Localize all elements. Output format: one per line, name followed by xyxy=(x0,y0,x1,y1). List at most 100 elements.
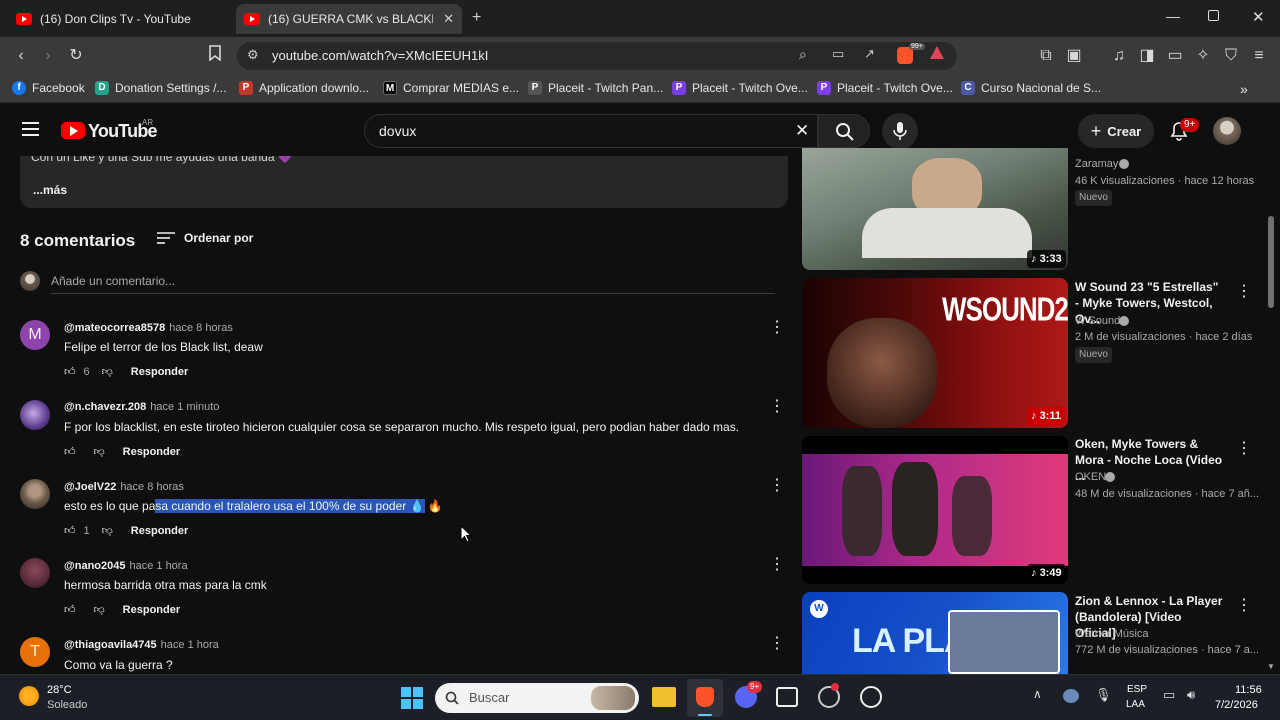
comment-username[interactable]: @JoelV22 xyxy=(64,481,116,493)
bookmark-facebook[interactable]: f Facebook xyxy=(12,81,85,95)
dislike-icon[interactable]: 👎︎ xyxy=(94,445,105,458)
close-window-button[interactable]: ✕ xyxy=(1252,8,1265,26)
maximize-button[interactable] xyxy=(1208,10,1219,21)
comment-menu-icon[interactable]: ⋮ xyxy=(769,557,785,573)
comment-avatar[interactable]: M xyxy=(20,320,50,350)
cast-icon[interactable]: ▭ xyxy=(832,46,844,62)
like-icon[interactable]: 👍︎ xyxy=(64,445,76,458)
zoom-icon[interactable]: ⌕ xyxy=(799,46,807,63)
bookmark-placeit-1[interactable]: P Placeit - Twitch Pan... xyxy=(528,81,663,95)
clear-search-icon[interactable]: ✕ xyxy=(795,121,809,141)
obs-icon[interactable] xyxy=(860,686,882,708)
show-more-link[interactable]: ...más xyxy=(33,183,67,197)
capcut-icon[interactable] xyxy=(776,687,798,707)
dislike-icon[interactable]: 👎︎ xyxy=(102,365,113,378)
comment-menu-icon[interactable]: ⋮ xyxy=(769,399,785,415)
dislike-icon[interactable]: 👎︎ xyxy=(102,524,113,537)
account-avatar[interactable] xyxy=(1213,117,1241,145)
bookmark-donation[interactable]: D Donation Settings /... xyxy=(95,81,226,95)
comment-menu-icon[interactable]: ⋮ xyxy=(769,320,785,336)
windows-start-icon[interactable] xyxy=(401,687,423,709)
comment-avatar[interactable] xyxy=(20,558,50,588)
bookmark-curso[interactable]: C Curso Nacional de S... xyxy=(961,81,1101,95)
volume-icon[interactable]: 🔊︎ xyxy=(1187,687,1195,703)
youtube-logo-icon[interactable] xyxy=(61,122,85,139)
vpn-shield-icon[interactable]: ⛉ xyxy=(1220,45,1242,67)
bookmark-placeit-3[interactable]: P Placeit - Twitch Ove... xyxy=(817,81,953,95)
voice-search-button[interactable] xyxy=(882,113,918,149)
scroll-down-arrow[interactable]: ▼ xyxy=(1267,662,1275,671)
brave-rewards-icon[interactable] xyxy=(930,46,944,59)
comment-avatar[interactable]: T xyxy=(20,637,50,667)
back-icon[interactable]: ‹ xyxy=(10,45,32,67)
microphone-tray-icon[interactable]: 🎙︎ xyxy=(1095,687,1112,703)
tab-don-clips[interactable]: (16) Don Clips Tv - YouTube xyxy=(8,4,230,34)
comment-time[interactable]: hace 8 horas xyxy=(169,322,233,334)
address-bar[interactable]: ⚙ youtube.com/watch?v=XMcIEEUH1kI ⌕ ▭ ↗ … xyxy=(237,42,957,70)
comment-time[interactable]: hace 1 minuto xyxy=(150,401,219,413)
video-channel[interactable]: Zaramay xyxy=(1075,158,1118,170)
search-input[interactable]: dovux xyxy=(379,123,416,139)
comment-author[interactable]: @JoelV22 hace 8 horas xyxy=(64,481,184,493)
comment-author[interactable]: @n.chavezr.208 hace 1 minuto xyxy=(64,401,219,413)
brave-taskbar-button[interactable] xyxy=(687,679,723,717)
comment-username[interactable]: @thiagoavila4745 xyxy=(64,639,157,651)
site-info-icon[interactable]: ⚙ xyxy=(247,47,259,63)
screenshot-icon[interactable]: ▣ xyxy=(1063,45,1085,67)
comment-avatar[interactable] xyxy=(20,400,50,430)
dislike-icon[interactable]: 👎︎ xyxy=(94,603,105,616)
bookmark-application[interactable]: P Application downlo... xyxy=(239,81,369,95)
bookmark-placeit-2[interactable]: P Placeit - Twitch Ove... xyxy=(672,81,808,95)
reply-button[interactable]: Responder xyxy=(131,525,188,537)
search-box[interactable]: dovux ✕ xyxy=(364,114,818,148)
comment-avatar[interactable] xyxy=(20,479,50,509)
sidebar-icon[interactable]: ◨ xyxy=(1136,45,1158,67)
show-hidden-icons[interactable]: ∧ xyxy=(1033,687,1042,701)
weather-temp[interactable]: 28°C xyxy=(47,684,72,696)
extensions-icon[interactable]: ⧉ xyxy=(1035,45,1057,67)
weather-sun-icon[interactable] xyxy=(19,686,39,706)
like-icon[interactable]: 👍︎ xyxy=(64,365,76,378)
share-icon[interactable]: ↗ xyxy=(864,46,875,62)
comment-menu-icon[interactable]: ⋮ xyxy=(769,636,785,652)
video-channel[interactable]: OKEN xyxy=(1075,471,1106,483)
like-icon[interactable]: 👍︎ xyxy=(64,524,76,537)
add-comment-input[interactable]: Añade un comentario... xyxy=(51,274,175,288)
comment-menu-icon[interactable]: ⋮ xyxy=(769,478,785,494)
comment-author[interactable]: @nano2045 hace 1 hora xyxy=(64,560,188,572)
media-icon[interactable]: ♫ xyxy=(1108,45,1130,67)
file-explorer-icon[interactable] xyxy=(652,687,676,707)
comment-time[interactable]: hace 1 hora xyxy=(129,560,187,572)
keyboard-layout[interactable]: LAA xyxy=(1126,699,1145,710)
bookmark-icon[interactable] xyxy=(204,45,226,67)
leo-ai-icon[interactable]: ✧ xyxy=(1192,45,1214,67)
search-button[interactable] xyxy=(818,114,870,148)
forward-icon[interactable]: › xyxy=(37,45,59,67)
comment-time[interactable]: hace 1 hora xyxy=(161,639,219,651)
video-channel[interactable]: W Sound xyxy=(1075,315,1120,327)
wallet-icon[interactable]: ▭ xyxy=(1164,45,1186,67)
reply-button[interactable]: Responder xyxy=(123,446,180,458)
comment-username[interactable]: @nano2045 xyxy=(64,560,125,572)
clock-time[interactable]: 11:56 xyxy=(1235,684,1262,696)
comment-username[interactable]: @n.chavezr.208 xyxy=(64,401,146,413)
video-menu-icon[interactable]: ⋮ xyxy=(1236,595,1252,615)
video-menu-icon[interactable]: ⋮ xyxy=(1236,438,1252,458)
comment-username[interactable]: @mateocorrea8578 xyxy=(64,322,165,334)
video-thumbnail[interactable] xyxy=(802,436,1068,584)
create-button[interactable]: + Crear xyxy=(1078,114,1154,148)
reply-button[interactable]: Responder xyxy=(131,366,188,378)
sort-button[interactable]: Ordenar por xyxy=(157,231,253,245)
bookmark-medias[interactable]: M Comprar MEDIAS e... xyxy=(383,81,519,95)
video-thumbnail[interactable]: WSOUND23 xyxy=(802,278,1068,428)
more-bookmarks-icon[interactable]: » xyxy=(1240,81,1248,97)
video-thumbnail[interactable]: W LA PLAYER xyxy=(802,592,1068,674)
network-icon[interactable]: ▭ xyxy=(1163,687,1175,703)
cloud-icon[interactable] xyxy=(1063,689,1079,703)
video-channel[interactable]: Warner Música xyxy=(1075,628,1149,640)
video-menu-icon[interactable]: ⋮ xyxy=(1236,281,1252,301)
taskbar-search[interactable]: Buscar xyxy=(435,683,639,713)
like-icon[interactable]: 👍︎ xyxy=(64,603,76,616)
close-tab-icon[interactable]: ✕ xyxy=(443,11,454,27)
language-code[interactable]: ESP xyxy=(1127,684,1147,695)
